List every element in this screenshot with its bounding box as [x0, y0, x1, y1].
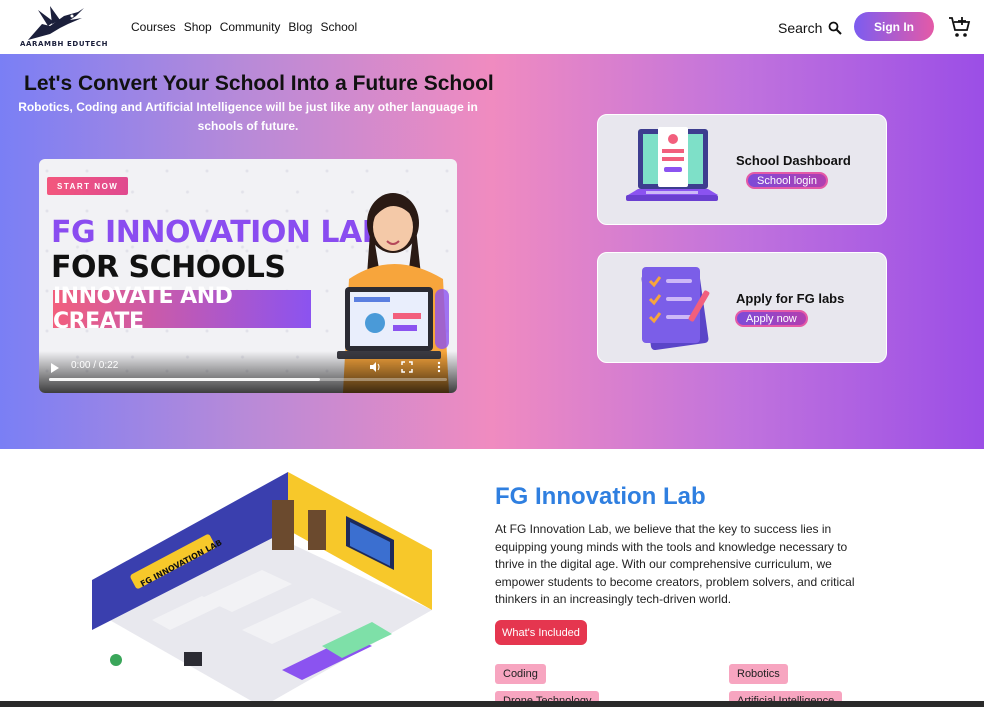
section-paragraph: At FG Innovation Lab, we believe that th… [495, 522, 855, 606]
hero-title: Let's Convert Your School Into a Future … [24, 72, 494, 95]
hero-section: Let's Convert Your School Into a Future … [0, 54, 984, 449]
nav-blog[interactable]: Blog [288, 20, 312, 34]
video-headline-line2: FOR SCHOOLS [51, 250, 286, 285]
innovation-lab-illustration: FG INNOVATION LAB [92, 472, 432, 707]
site-header: AARAMBH EDUTECH Courses Shop Community B… [0, 0, 984, 54]
laptop-login-icon [626, 127, 718, 201]
hero-subtitle: Robotics, Coding and Artificial Intellig… [18, 100, 478, 133]
search-button[interactable]: Search [778, 20, 843, 36]
whats-included-button[interactable]: What's Included [495, 620, 587, 645]
fullscreen-icon[interactable] [401, 361, 413, 373]
video-banner: INNOVATE AND CREATE [53, 284, 311, 334]
nav-shop[interactable]: Shop [184, 20, 212, 34]
hummingbird-logo-icon [28, 6, 84, 40]
bottom-scroll-bar [0, 701, 984, 707]
promo-video-player[interactable]: START NOW FG INNOVATION LAB FOR SCHOOLS … [39, 159, 457, 393]
play-icon[interactable] [51, 363, 59, 373]
school-dashboard-title: School Dashboard [736, 153, 851, 168]
nav-community[interactable]: Community [220, 20, 281, 34]
cart-icon[interactable] [948, 15, 972, 39]
video-progress-fill [49, 378, 320, 381]
search-icon [828, 21, 843, 35]
tag-coding: Coding [495, 664, 546, 684]
volume-icon[interactable] [369, 361, 381, 373]
video-time: 0:00 / 0:22 [71, 360, 119, 371]
apply-fg-labs-title: Apply for FG labs [736, 291, 845, 306]
video-controls: 0:00 / 0:22 [39, 351, 457, 393]
video-progress-bar[interactable] [49, 378, 447, 381]
logo-text: AARAMBH EDUTECH [20, 40, 109, 48]
search-label: Search [778, 20, 823, 36]
video-start-now-badge: START NOW [47, 177, 129, 195]
apply-now-button[interactable]: Apply now [735, 310, 808, 327]
tag-robotics: Robotics [729, 664, 788, 684]
nav-courses[interactable]: Courses [131, 20, 176, 34]
section-title: FG Innovation Lab [495, 483, 706, 510]
sign-in-button[interactable]: Sign In [854, 12, 934, 41]
nav-school[interactable]: School [320, 20, 357, 34]
checklist-icon [641, 267, 710, 351]
school-dashboard-card[interactable]: School Dashboard School login [597, 114, 887, 225]
logo[interactable]: AARAMBH EDUTECH [20, 4, 109, 50]
more-options-icon[interactable] [437, 361, 441, 373]
apply-fg-labs-card[interactable]: Apply for FG labs Apply now [597, 252, 887, 363]
main-nav: Courses Shop Community Blog School [131, 20, 357, 34]
school-login-button[interactable]: School login [746, 172, 828, 189]
